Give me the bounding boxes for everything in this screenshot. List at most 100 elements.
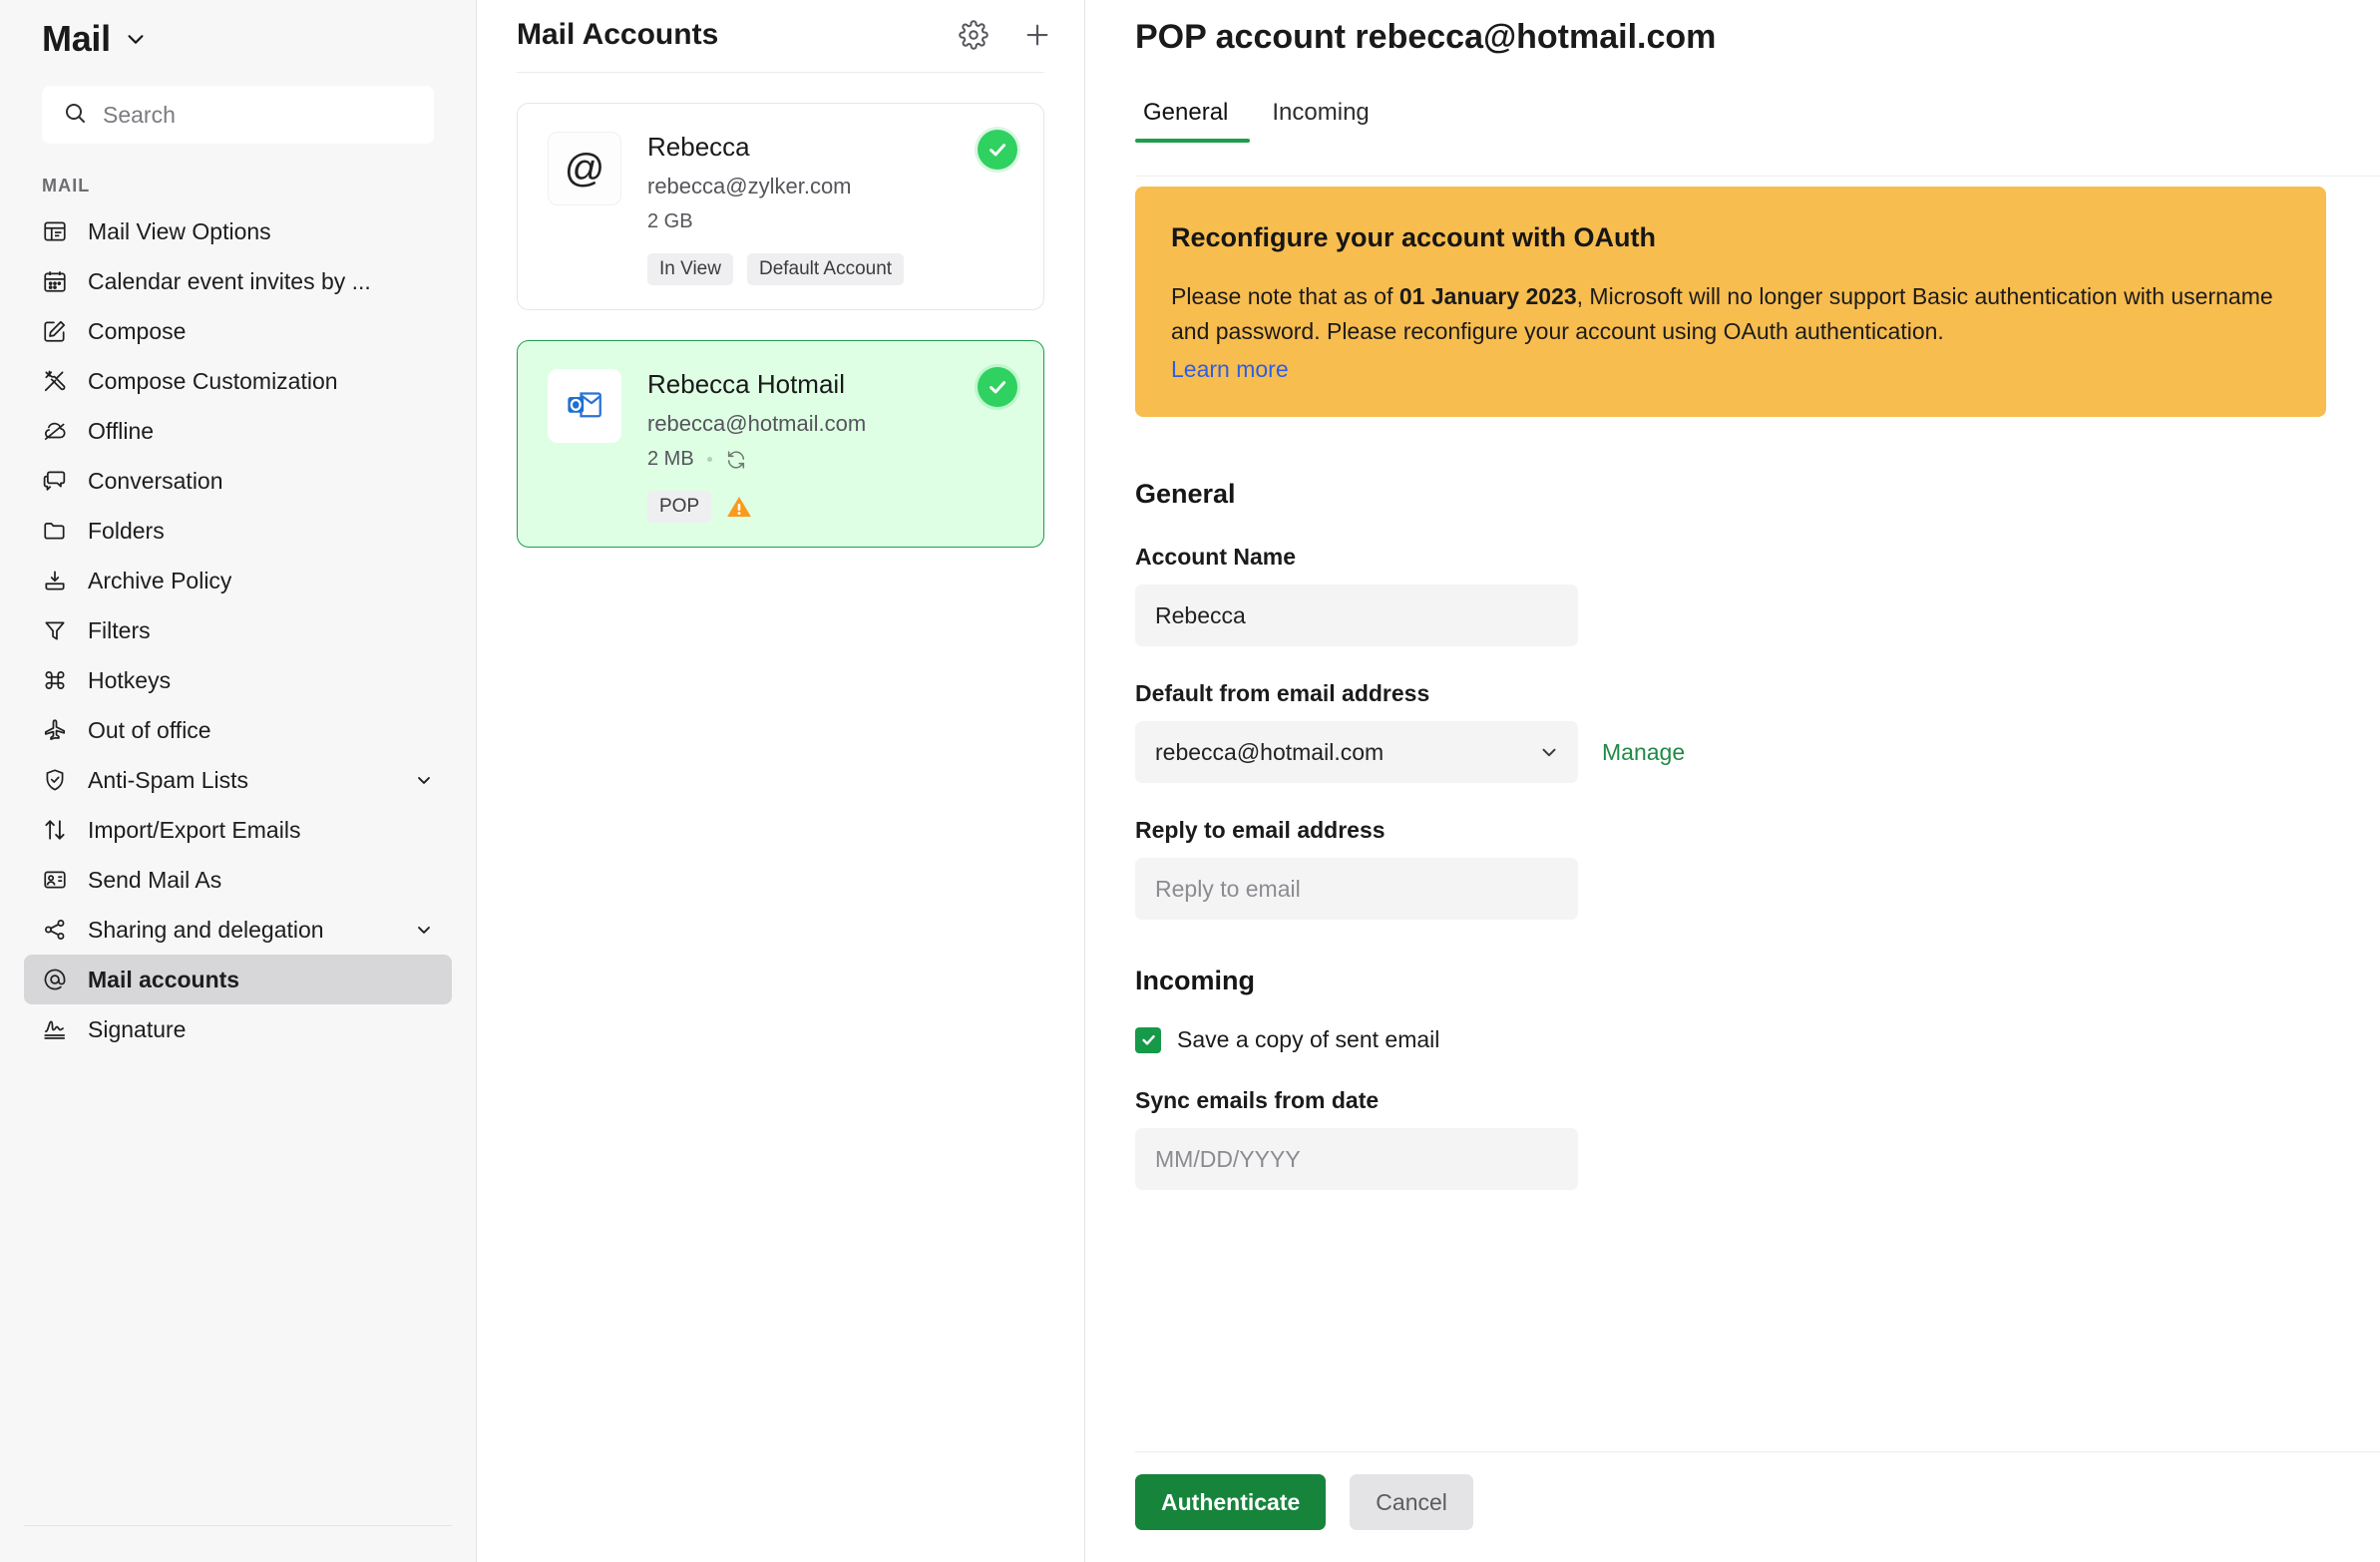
- sync-icon[interactable]: [725, 449, 747, 471]
- save-copy-row[interactable]: Save a copy of sent email: [1135, 1026, 2380, 1053]
- mail-accounts-header: Mail Accounts: [477, 0, 1084, 52]
- sidebar-item-label: Folders: [88, 517, 165, 544]
- shield-check-icon: [42, 767, 68, 793]
- account-size: 2 GB: [647, 210, 693, 232]
- sidebar-item-mail-view-options[interactable]: Mail View Options: [24, 206, 452, 256]
- send-mail-as-icon: [42, 867, 68, 893]
- account-size: 2 MB: [647, 448, 694, 470]
- search-icon: [63, 101, 87, 130]
- check-circle-icon: [978, 367, 1017, 407]
- sidebar-item-compose-customization[interactable]: Compose Customization: [24, 356, 452, 406]
- reply-to-input[interactable]: [1135, 858, 1578, 920]
- plus-icon[interactable]: [1022, 20, 1052, 50]
- reply-to-label: Reply to email address: [1135, 817, 1386, 843]
- default-from-label: Default from email address: [1135, 680, 1430, 706]
- archive-icon: [42, 568, 68, 593]
- conversation-icon: [42, 468, 68, 494]
- general-heading: General: [1135, 479, 1236, 509]
- learn-more-link[interactable]: Learn more: [1171, 356, 1289, 383]
- sidebar-item-import-export-emails[interactable]: Import/Export Emails: [24, 805, 452, 855]
- compose-customization-icon: [42, 368, 68, 394]
- footer-actions: Authenticate Cancel: [1135, 1474, 1473, 1530]
- status-badge: In View: [647, 253, 733, 285]
- calendar-icon: [42, 268, 68, 294]
- sidebar: Mail MAIL Mail View Options: [0, 0, 477, 1562]
- tab-incoming[interactable]: Incoming: [1250, 99, 1390, 143]
- account-avatar: @: [548, 132, 621, 205]
- sidebar-item-filters[interactable]: Filters: [24, 605, 452, 655]
- default-from-field-group: Default from email address Manage: [1135, 680, 2380, 783]
- save-copy-checkbox[interactable]: [1135, 1026, 1161, 1053]
- tab-general[interactable]: General: [1135, 99, 1251, 143]
- sync-date-field-group: Sync emails from date: [1135, 1087, 2380, 1190]
- account-name-label: Account Name: [1135, 544, 1297, 570]
- default-from-select-wrap: [1135, 721, 1578, 783]
- banner-text-bold: 01 January 2023: [1398, 283, 1577, 309]
- sidebar-item-compose[interactable]: Compose: [24, 306, 452, 356]
- mail-accounts-title: Mail Accounts: [517, 18, 719, 51]
- oauth-warning-banner: Reconfigure your account with OAuth Plea…: [1135, 187, 2326, 417]
- sidebar-item-label: Compose: [88, 317, 187, 344]
- account-tags: In View Default Account: [647, 253, 1013, 285]
- search-container: [0, 60, 476, 144]
- at-icon: @: [564, 147, 605, 191]
- sidebar-item-out-of-office[interactable]: Out of office: [24, 705, 452, 755]
- sidebar-item-calendar-event-invites[interactable]: Calendar event invites by ...: [24, 256, 452, 306]
- sidebar-item-label: Archive Policy: [88, 567, 232, 593]
- tab-bar: General Incoming: [1085, 99, 2380, 143]
- sidebar-title: Mail: [42, 18, 111, 59]
- sidebar-item-folders[interactable]: Folders: [24, 506, 452, 556]
- default-from-row: Manage: [1135, 721, 2380, 783]
- chevron-down-icon[interactable]: [125, 28, 147, 50]
- search-input[interactable]: [103, 101, 413, 129]
- sidebar-item-label: Compose Customization: [88, 367, 338, 394]
- sidebar-item-label: Calendar event invites by ...: [88, 267, 371, 294]
- at-icon: [42, 967, 68, 992]
- account-card-rebecca-hotmail[interactable]: Rebecca Hotmail rebecca@hotmail.com 2 MB…: [517, 340, 1044, 548]
- sidebar-item-offline[interactable]: Offline: [24, 406, 452, 456]
- sync-date-input[interactable]: [1135, 1128, 1578, 1190]
- authenticate-button[interactable]: Authenticate: [1135, 1474, 1327, 1530]
- gear-icon[interactable]: [959, 20, 989, 50]
- hotkeys-icon: [42, 667, 68, 693]
- sync-date-label: Sync emails from date: [1135, 1087, 1380, 1113]
- sidebar-item-hotkeys[interactable]: Hotkeys: [24, 655, 452, 705]
- filter-icon: [42, 617, 68, 643]
- chevron-down-icon[interactable]: [414, 770, 434, 790]
- account-name-input[interactable]: [1135, 585, 1578, 646]
- offline-cloud-icon: [42, 418, 68, 444]
- sidebar-item-label: Import/Export Emails: [88, 816, 301, 843]
- save-copy-label: Save a copy of sent email: [1177, 1026, 1440, 1052]
- banner-text-before: Please note that as of: [1171, 283, 1399, 309]
- default-from-select[interactable]: [1135, 721, 1578, 783]
- cancel-button[interactable]: Cancel: [1350, 1474, 1473, 1530]
- account-card-body: Rebecca Hotmail rebecca@hotmail.com 2 MB…: [647, 369, 1013, 523]
- account-card-rebecca[interactable]: @ Rebecca rebecca@zylker.com 2 GB In Vie…: [517, 103, 1044, 310]
- sidebar-item-conversation[interactable]: Conversation: [24, 456, 452, 506]
- sidebar-divider: [24, 1525, 452, 1526]
- mail-accounts-actions: [959, 20, 1052, 50]
- status-badge: Default Account: [746, 253, 905, 285]
- account-settings-panel: POP account rebecca@hotmail.com General …: [1085, 0, 2380, 1562]
- sidebar-item-label: Sharing and delegation: [88, 916, 324, 943]
- sidebar-item-mail-accounts[interactable]: Mail accounts: [24, 955, 452, 1004]
- chevron-down-icon[interactable]: [414, 920, 434, 940]
- sidebar-item-anti-spam-lists[interactable]: Anti-Spam Lists: [24, 755, 452, 805]
- general-form: General Account Name Default from email …: [1085, 417, 2380, 1190]
- airplane-icon: [42, 717, 68, 743]
- page-title: POP account rebecca@hotmail.com: [1135, 18, 1717, 56]
- search-box[interactable]: [42, 86, 434, 144]
- sidebar-section-label: MAIL: [42, 176, 91, 195]
- banner-title: Reconfigure your account with OAuth: [1171, 222, 1657, 252]
- sidebar-header[interactable]: Mail: [0, 0, 476, 60]
- sidebar-item-label: Filters: [88, 616, 151, 643]
- sidebar-item-archive-policy[interactable]: Archive Policy: [24, 556, 452, 605]
- manage-link[interactable]: Manage: [1602, 739, 1685, 766]
- sidebar-item-send-mail-as[interactable]: Send Mail As: [24, 855, 452, 905]
- sidebar-item-signature[interactable]: Signature: [24, 1004, 452, 1054]
- sidebar-item-label: Mail View Options: [88, 217, 271, 244]
- sidebar-item-sharing-and-delegation[interactable]: Sharing and delegation: [24, 905, 452, 955]
- incoming-heading: Incoming: [1135, 966, 1255, 995]
- sidebar-item-label: Conversation: [88, 467, 223, 494]
